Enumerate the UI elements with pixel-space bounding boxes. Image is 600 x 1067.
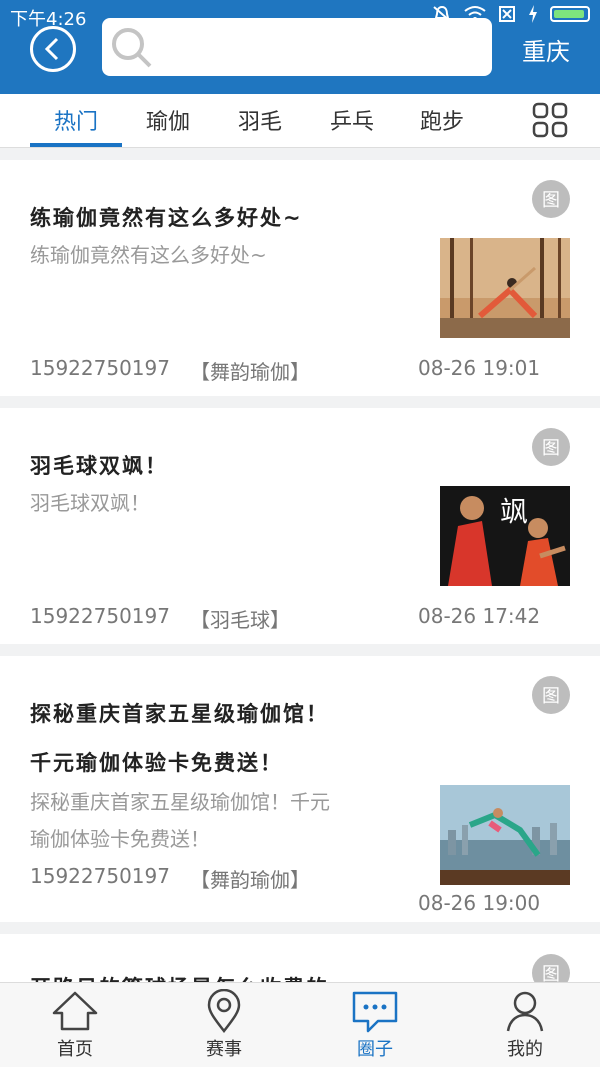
chevron-left-icon [44, 37, 59, 61]
search-input[interactable] [102, 18, 492, 76]
post-card[interactable]: 图 探秘重庆首家五星级瑜伽馆！ 千元瑜伽体验卡免费送！ 探秘重庆首家五星级瑜伽馆… [0, 656, 600, 922]
post-time: 08-26 19:00 [418, 891, 541, 915]
thumbnail-calligraphy: 飒 [500, 495, 529, 528]
nav-circle[interactable]: 圈子 [325, 989, 425, 1061]
location-pin-icon [207, 989, 241, 1033]
active-tab-indicator [30, 143, 122, 147]
post-summary: 练瑜伽竟然有这么多好处~ [30, 243, 267, 267]
image-badge: 图 [532, 180, 570, 218]
tab-hot[interactable]: 热门 [30, 104, 122, 136]
image-badge: 图 [532, 428, 570, 466]
yoga-skyline-photo-icon [440, 785, 570, 885]
search-icon [112, 28, 152, 68]
post-title: 练瑜伽竟然有这么多好处~ [30, 206, 303, 230]
city-selector[interactable]: 重庆 [522, 32, 570, 67]
yoga-photo-icon [440, 238, 570, 338]
top-header: 下午4:26 重庆 [0, 0, 600, 94]
nav-circle-label: 圈子 [357, 1039, 393, 1060]
nav-profile-label: 我的 [507, 1039, 543, 1060]
post-thumbnail: 飒 [440, 486, 570, 586]
post-author: 15922750197 [30, 604, 170, 628]
user-icon [506, 991, 544, 1032]
sim-off-icon [499, 6, 515, 22]
post-card[interactable]: 图 羽毛球双飒！ 羽毛球双飒！ 飒 15922750197 【羽毛球】 08-2… [0, 408, 600, 644]
post-summary: 羽毛球双飒！ [30, 491, 150, 515]
nav-events[interactable]: 赛事 [174, 989, 274, 1061]
post-author: 15922750197 [30, 864, 170, 888]
app-screen: 下午4:26 重庆 热门 瑜伽 羽毛 乒乓 跑步 图 练瑜伽竟然有这么多好处~ … [0, 0, 600, 1067]
bottom-navigation: 首页 赛事 圈子 我的 [0, 982, 600, 1067]
back-button[interactable] [30, 26, 76, 72]
post-tag: 【舞韵瑜伽】 [190, 360, 310, 384]
nav-home[interactable]: 首页 [25, 989, 125, 1061]
image-badge: 图 [532, 676, 570, 714]
post-thumbnail [440, 238, 570, 338]
nav-home-label: 首页 [57, 1039, 93, 1060]
home-icon [52, 991, 98, 1031]
tab-yoga[interactable]: 瑜伽 [122, 104, 214, 136]
post-card[interactable]: 图 练瑜伽竟然有这么多好处~ 练瑜伽竟然有这么多好处~ 15922750197 … [0, 160, 600, 396]
nav-profile[interactable]: 我的 [475, 989, 575, 1061]
post-title-line1: 探秘重庆首家五星级瑜伽馆！ [30, 702, 329, 726]
tab-running[interactable]: 跑步 [396, 104, 488, 136]
battery-icon [550, 6, 590, 22]
post-title: 羽毛球双飒！ [30, 454, 168, 478]
post-time: 08-26 17:42 [418, 604, 541, 628]
post-author: 15922750197 [30, 356, 170, 380]
post-title-line2: 千元瑜伽体验卡免费送！ [30, 751, 283, 775]
chat-bubble-icon [352, 991, 398, 1033]
tab-badminton[interactable]: 羽毛 [214, 104, 306, 136]
grid-icon[interactable] [532, 102, 568, 138]
charging-icon [529, 5, 537, 23]
post-tag: 【舞韵瑜伽】 [190, 868, 310, 892]
post-summary-line2: 瑜伽体验卡免费送！ [30, 827, 210, 851]
post-thumbnail [440, 785, 570, 885]
category-tabs: 热门 瑜伽 羽毛 乒乓 跑步 [0, 94, 600, 148]
post-summary-line1: 探秘重庆首家五星级瑜伽馆！千元 [30, 790, 330, 814]
post-time: 08-26 19:01 [418, 356, 541, 380]
tab-pingpong[interactable]: 乒乓 [306, 104, 398, 136]
post-tag: 【羽毛球】 [190, 608, 290, 632]
nav-events-label: 赛事 [206, 1039, 242, 1060]
